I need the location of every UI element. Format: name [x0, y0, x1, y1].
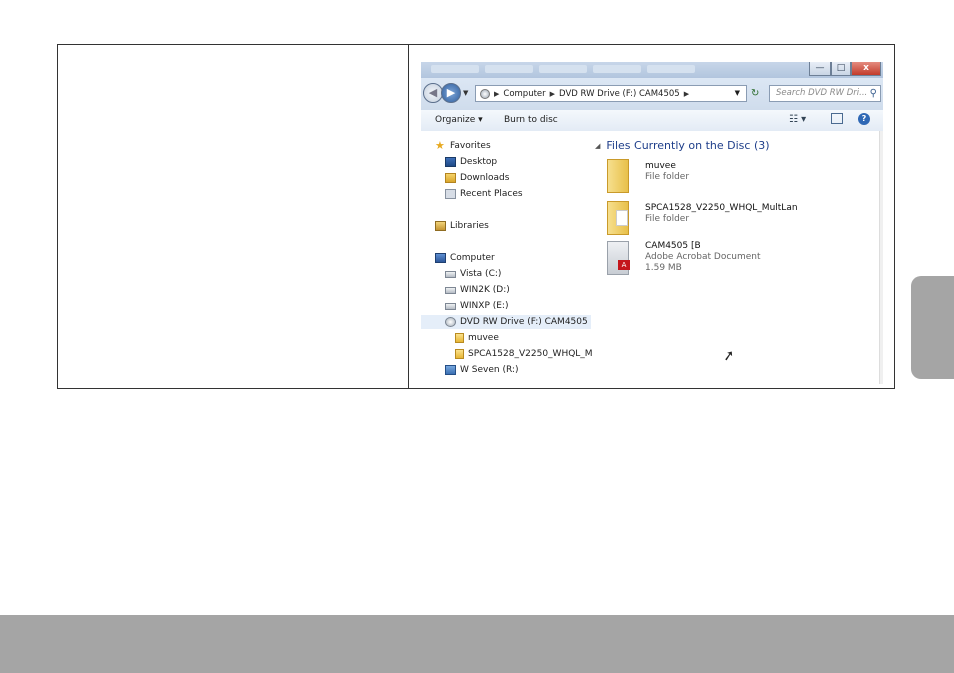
dvd-drive-icon [480, 88, 490, 99]
navigation-pane: ★ Favorites Desktop Downloads Recent Pla… [421, 131, 607, 384]
breadcrumb[interactable]: ▶ Computer ▶ DVD RW Drive (F:) CAM4505 ▶… [475, 85, 747, 102]
sidebar-item-libraries[interactable]: Libraries [435, 219, 489, 233]
file-name: SPCA1528_V2250_WHQL_MultLan [645, 203, 798, 213]
explorer-window: — □ x ◀ ▶ ▼ ▶ Computer ▶ DVD RW Drive (F… [421, 62, 883, 384]
list-item[interactable]: A CAM4505 [B Adobe Acrobat Document 1.59… [607, 239, 867, 279]
footer-band [0, 615, 954, 673]
sidebar-item-label: Downloads [460, 173, 510, 183]
arrow-right-icon: ▶ [446, 86, 456, 99]
file-list: ◢ Files Currently on the Disc (3) muvee … [593, 131, 883, 384]
sidebar-item-vista[interactable]: Vista (C:) [445, 267, 501, 281]
scrollbar[interactable] [879, 131, 883, 384]
preview-pane-icon[interactable] [831, 113, 843, 124]
sidebar-item-muvee[interactable]: muvee [455, 331, 499, 345]
chevron-right-icon[interactable]: ▶ [684, 90, 689, 98]
acrobat-icon: A [618, 260, 630, 270]
list-item[interactable]: muvee File folder [607, 157, 867, 197]
sidebar-item-label: Favorites [450, 141, 491, 151]
chevron-right-icon[interactable]: ▶ [550, 90, 555, 98]
command-bar: Organize ▾ Burn to disc ☷ ▾ ? [421, 110, 883, 132]
sidebar-item-label: Recent Places [460, 189, 523, 199]
change-view-icon[interactable]: ☷ ▾ [789, 114, 806, 125]
folder-icon [455, 349, 464, 359]
arrow-left-icon: ◀ [428, 86, 438, 99]
sidebar-item-computer[interactable]: Computer [435, 251, 495, 265]
organize-button[interactable]: Organize ▾ [435, 115, 483, 125]
back-button[interactable]: ◀ [423, 83, 443, 103]
sidebar-item-label: SPCA1528_V2250_WHQL_Multi [468, 349, 607, 359]
collapse-triangle-icon[interactable]: ◢ [595, 142, 600, 150]
folder-icon [455, 333, 464, 343]
group-header[interactable]: ◢ Files Currently on the Disc (3) [595, 139, 770, 152]
sidebar-item-label: Libraries [450, 221, 489, 231]
hard-drive-icon [445, 302, 456, 310]
list-item[interactable]: SPCA1528_V2250_WHQL_MultLan File folder [607, 199, 867, 239]
faint-menu-strip [431, 65, 695, 75]
frame-divider [408, 44, 409, 389]
sidebar-item-favorites[interactable]: ★ Favorites [435, 139, 491, 153]
desktop-icon [445, 157, 456, 167]
sidebar-item-spca[interactable]: SPCA1528_V2250_WHQL_Multi [455, 347, 607, 361]
file-size: 1.59 MB [645, 263, 682, 273]
network-drive-icon [445, 365, 456, 375]
hard-drive-icon [445, 286, 456, 294]
sidebar-item-label: Desktop [460, 157, 498, 167]
minimize-button[interactable]: — [809, 62, 831, 76]
burn-to-disc-button[interactable]: Burn to disc [504, 115, 558, 125]
group-title: Files Currently on the Disc (3) [606, 139, 770, 152]
chevron-right-icon[interactable]: ▶ [494, 90, 499, 98]
sidebar-item-label: Vista (C:) [460, 269, 502, 279]
file-type: Adobe Acrobat Document [645, 252, 761, 262]
libraries-icon [435, 221, 446, 231]
sidebar-item-label: WIN2K (D:) [460, 285, 510, 295]
sidebar-item-label: Computer [450, 253, 495, 263]
sidebar-item-w-seven[interactable]: W Seven (R:) [445, 363, 518, 377]
breadcrumb-computer[interactable]: Computer [503, 89, 545, 99]
forward-button[interactable]: ▶ [441, 83, 461, 103]
search-icon[interactable]: ⚲ [870, 86, 877, 101]
hard-drive-icon [445, 270, 456, 278]
sidebar-item-downloads[interactable]: Downloads [445, 171, 509, 185]
recent-places-icon [445, 189, 456, 199]
file-type: File folder [645, 214, 690, 224]
computer-icon [435, 253, 446, 263]
dvd-drive-icon [445, 317, 456, 327]
address-bar: ◀ ▶ ▼ ▶ Computer ▶ DVD RW Drive (F:) CAM… [421, 78, 883, 110]
sidebar-item-winxp[interactable]: WINXP (E:) [445, 299, 508, 313]
folder-icon [607, 201, 629, 235]
downloads-icon [445, 173, 456, 183]
sidebar-item-label: W Seven (R:) [460, 365, 519, 375]
file-name: muvee [645, 161, 676, 171]
sidebar-item-label: muvee [468, 333, 499, 343]
recent-pages-dropdown[interactable]: ▼ [463, 89, 468, 97]
close-button[interactable]: x [851, 62, 881, 76]
sidebar-item-win2k[interactable]: WIN2K (D:) [445, 283, 510, 297]
sidebar-item-label: DVD RW Drive (F:) CAM4505 [460, 317, 588, 327]
sidebar-item-dvd-drive[interactable]: DVD RW Drive (F:) CAM4505 [421, 315, 591, 329]
folder-icon [607, 159, 629, 193]
side-tab [911, 276, 954, 379]
mouse-cursor-icon: ➚ [721, 347, 737, 365]
pdf-file-icon: A [607, 241, 630, 275]
sidebar-item-recent-places[interactable]: Recent Places [445, 187, 523, 201]
sidebar-item-label: WINXP (E:) [460, 301, 509, 311]
search-placeholder: Search DVD RW Dri... [776, 88, 868, 98]
sidebar-item-desktop[interactable]: Desktop [445, 155, 497, 169]
breadcrumb-dvd-drive[interactable]: DVD RW Drive (F:) CAM4505 [559, 89, 680, 99]
search-input[interactable]: Search DVD RW Dri... ⚲ [769, 85, 881, 102]
help-icon[interactable]: ? [858, 113, 870, 125]
star-icon: ★ [435, 139, 445, 152]
refresh-icon[interactable]: ↻ [751, 88, 759, 99]
file-name: CAM4505 [B [645, 241, 701, 251]
file-type: File folder [645, 172, 690, 182]
title-bar: — □ x [421, 62, 883, 78]
chevron-down-icon[interactable]: ▼ [735, 89, 740, 97]
maximize-button[interactable]: □ [831, 62, 851, 76]
